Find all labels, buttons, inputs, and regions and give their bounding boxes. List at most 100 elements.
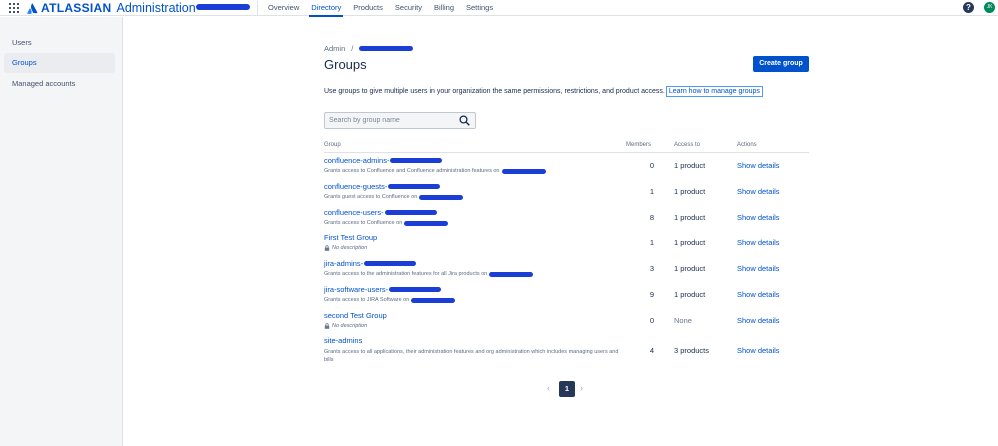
sidebar-item-groups[interactable]: Groups [4,53,115,73]
divider [257,1,258,15]
member-count: 4 [649,346,654,355]
top-nav: Overview Directory Products Security Bil… [262,0,499,17]
group-name-text: confluence-users- [324,208,384,217]
description-text: No description [332,323,368,329]
breadcrumb: Admin / [324,44,414,53]
show-details-link[interactable]: Show details [737,161,780,170]
show-details-link[interactable]: Show details [737,238,780,247]
group-description: Grants access to JIRA Software on [324,297,456,303]
group-description: Grants access to Confluence on [324,220,449,226]
atlassian-mark-icon [27,2,38,14]
show-details-link[interactable]: Show details [737,264,780,273]
breadcrumb-admin[interactable]: Admin [324,44,345,53]
redacted-suffix [388,184,441,189]
access-count: 1 product [674,238,706,247]
member-count: 1 [649,187,654,196]
column-header-actions: Actions [737,142,757,148]
redacted-breadcrumb-site [359,46,414,51]
group-name-link[interactable]: second Test Group [324,311,387,320]
member-count: 8 [649,213,654,222]
search-icon[interactable] [459,115,470,126]
group-name-link[interactable]: confluence-users- [324,208,437,217]
lock-icon [324,245,330,251]
group-name-text: confluence-guests- [324,182,388,191]
create-group-button[interactable]: Create group [753,56,809,72]
brand-name: ATLASSIAN [41,1,112,15]
group-description: Grants access to the administration feat… [324,271,534,277]
member-count: 9 [649,290,654,299]
group-description: No description [324,245,367,251]
group-description: Grants access to Confluence and Confluen… [324,168,546,174]
member-count: 0 [649,316,654,325]
nav-products[interactable]: Products [347,0,389,16]
access-count: 1 product [674,187,706,196]
group-name-text: jira-software-users- [324,285,389,294]
redacted-site [501,168,546,174]
group-name-text: confluence-admins- [324,156,390,165]
group-name-text: jira-admins- [324,259,364,268]
redacted-suffix [384,210,437,215]
show-details-link[interactable]: Show details [737,316,780,325]
column-header-access: Access to [674,142,701,148]
app-switcher-icon[interactable] [9,3,19,13]
description-text: Grants access to JIRA Software on [324,297,410,303]
redacted-suffix [364,261,417,266]
column-header-members: Members [626,142,652,148]
show-details-link[interactable]: Show details [737,290,780,299]
learn-groups-link[interactable]: Learn how to manage groups [665,86,763,97]
group-description: Grants guest access to Confluence on [324,194,464,200]
access-count: 3 products [674,346,710,355]
table-header-divider [324,152,809,153]
description-text: No description [332,245,368,251]
redacted-site [489,271,534,277]
help-icon[interactable]: ? [963,2,974,13]
redacted-suffix [389,287,442,292]
nav-overview[interactable]: Overview [262,0,305,16]
group-search-input[interactable] [324,112,476,129]
breadcrumb-separator: / [351,44,354,53]
nav-directory[interactable]: Directory [305,0,347,17]
redacted-site [404,220,449,226]
nav-settings[interactable]: Settings [460,0,499,16]
lock-icon [324,323,330,329]
previous-page-icon[interactable]: ‹ [547,383,550,393]
next-page-icon[interactable]: › [580,383,583,393]
product-name: Administration [116,1,196,15]
access-count: 1 product [674,161,706,170]
nav-security[interactable]: Security [389,0,428,16]
member-count: 3 [649,264,654,273]
redacted-site [419,194,464,200]
group-description: Grants access to all applications, their… [324,349,619,363]
description-text: Grants access to Confluence on [324,220,403,226]
description-text: Grants guest access to Confluence on [324,194,418,200]
redacted-site [411,297,456,303]
sidebar: Users Groups Managed accounts [0,17,123,446]
member-count: 0 [649,161,654,170]
member-count: 1 [649,238,654,247]
group-name-link[interactable]: site-admins [324,336,362,345]
show-details-link[interactable]: Show details [737,187,780,196]
atlassian-logo[interactable]: ATLASSIAN Administration [27,1,196,15]
group-name-link[interactable]: jira-software-users- [324,285,442,294]
show-details-link[interactable]: Show details [737,213,780,222]
show-details-link[interactable]: Show details [737,346,780,355]
avatar[interactable]: JK [984,2,995,13]
group-name-link[interactable]: confluence-guests- [324,182,441,191]
column-header-group: Group [324,142,341,148]
access-count: 1 product [674,290,706,299]
group-name-link[interactable]: First Test Group [324,233,377,242]
group-description: No description [324,323,367,329]
redacted-suffix [390,158,443,163]
intro-text: Use groups to give multiple users in you… [324,86,763,97]
intro-sentence: Use groups to give multiple users in you… [324,88,665,95]
description-text: Grants access to Confluence and Confluen… [324,168,500,174]
access-count: 1 product [674,264,706,273]
sidebar-item-managed-accounts[interactable]: Managed accounts [4,74,115,94]
redacted-org-name [196,4,250,10]
nav-billing[interactable]: Billing [428,0,460,16]
group-name-link[interactable]: confluence-admins- [324,156,443,165]
group-name-link[interactable]: jira-admins- [324,259,417,268]
sidebar-item-users[interactable]: Users [4,33,115,53]
page-title: Groups [324,57,367,72]
page-1-button[interactable]: 1 [559,381,575,397]
